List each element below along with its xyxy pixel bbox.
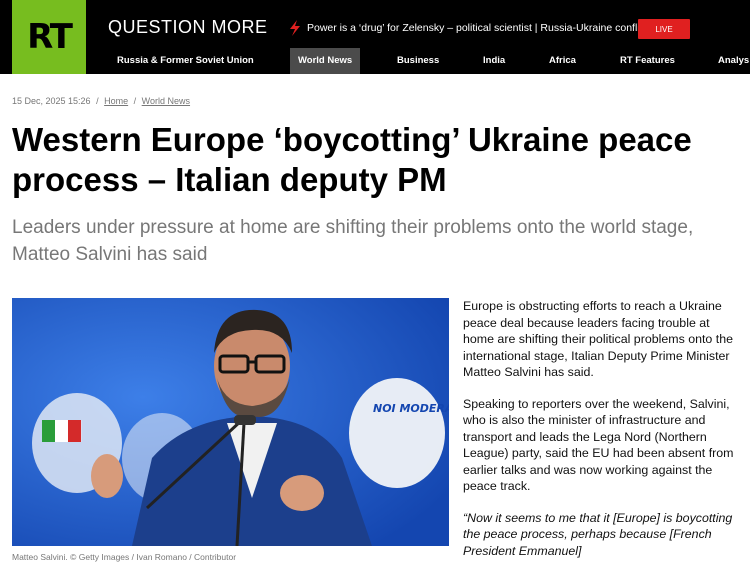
nav-item-business[interactable]: Business xyxy=(397,48,439,74)
nav-item-analysis[interactable]: Analys xyxy=(718,48,749,74)
site-slogan: QUESTION MORE xyxy=(108,17,268,37)
article-quote: “Now it seems to me that it [Europe] is … xyxy=(463,510,733,558)
nav-item-india[interactable]: India xyxy=(483,48,505,74)
photo-illustration: NOI MODERATI xyxy=(12,298,449,546)
article-summary: Leaders under pressure at home are shift… xyxy=(12,217,694,265)
site-header: RT QUESTION MORE Power is a ‘drug’ for Z… xyxy=(0,0,750,74)
photo-sign-text: NOI MODERATI xyxy=(373,402,449,415)
ticker-headline[interactable]: Power is a ‘drug’ for Zelensky – politic… xyxy=(307,22,648,34)
nav-item-africa[interactable]: Africa xyxy=(549,48,576,74)
nav-item-rt-features[interactable]: RT Features xyxy=(620,48,675,74)
news-ticker[interactable]: Power is a ‘drug’ for Zelensky – politic… xyxy=(288,20,648,36)
live-button[interactable]: LIVE xyxy=(638,19,690,39)
article-title: Western Europe ‘boycotting’ Ukraine peac… xyxy=(12,121,692,198)
nav-item-russia[interactable]: Russia & Former Soviet Union xyxy=(117,48,254,74)
article-photo[interactable]: NOI MODERATI xyxy=(12,298,449,546)
article-date: 15 Dec, 2025 15:26 xyxy=(12,96,91,106)
photo-caption: Matteo Salvini. © Getty Images / Ivan Ro… xyxy=(12,552,237,562)
breadcrumb-home[interactable]: Home xyxy=(104,96,128,106)
breadcrumb-world-news[interactable]: World News xyxy=(142,96,190,106)
nav-item-world-news[interactable]: World News xyxy=(290,48,361,74)
breadcrumb-separator: / xyxy=(96,96,99,106)
main-nav: Russia & Former Soviet Union World News … xyxy=(0,48,750,74)
breadcrumb-separator: / xyxy=(133,96,137,106)
article-meta: 15 Dec, 2025 15:26 / Home / World News xyxy=(12,96,190,106)
article-paragraph: Europe is obstructing efforts to reach a… xyxy=(463,299,733,379)
article-paragraph: Speaking to reporters over the weekend, … xyxy=(463,396,734,494)
lightning-icon xyxy=(290,20,300,36)
article-body: Europe is obstructing efforts to reach a… xyxy=(463,298,743,563)
